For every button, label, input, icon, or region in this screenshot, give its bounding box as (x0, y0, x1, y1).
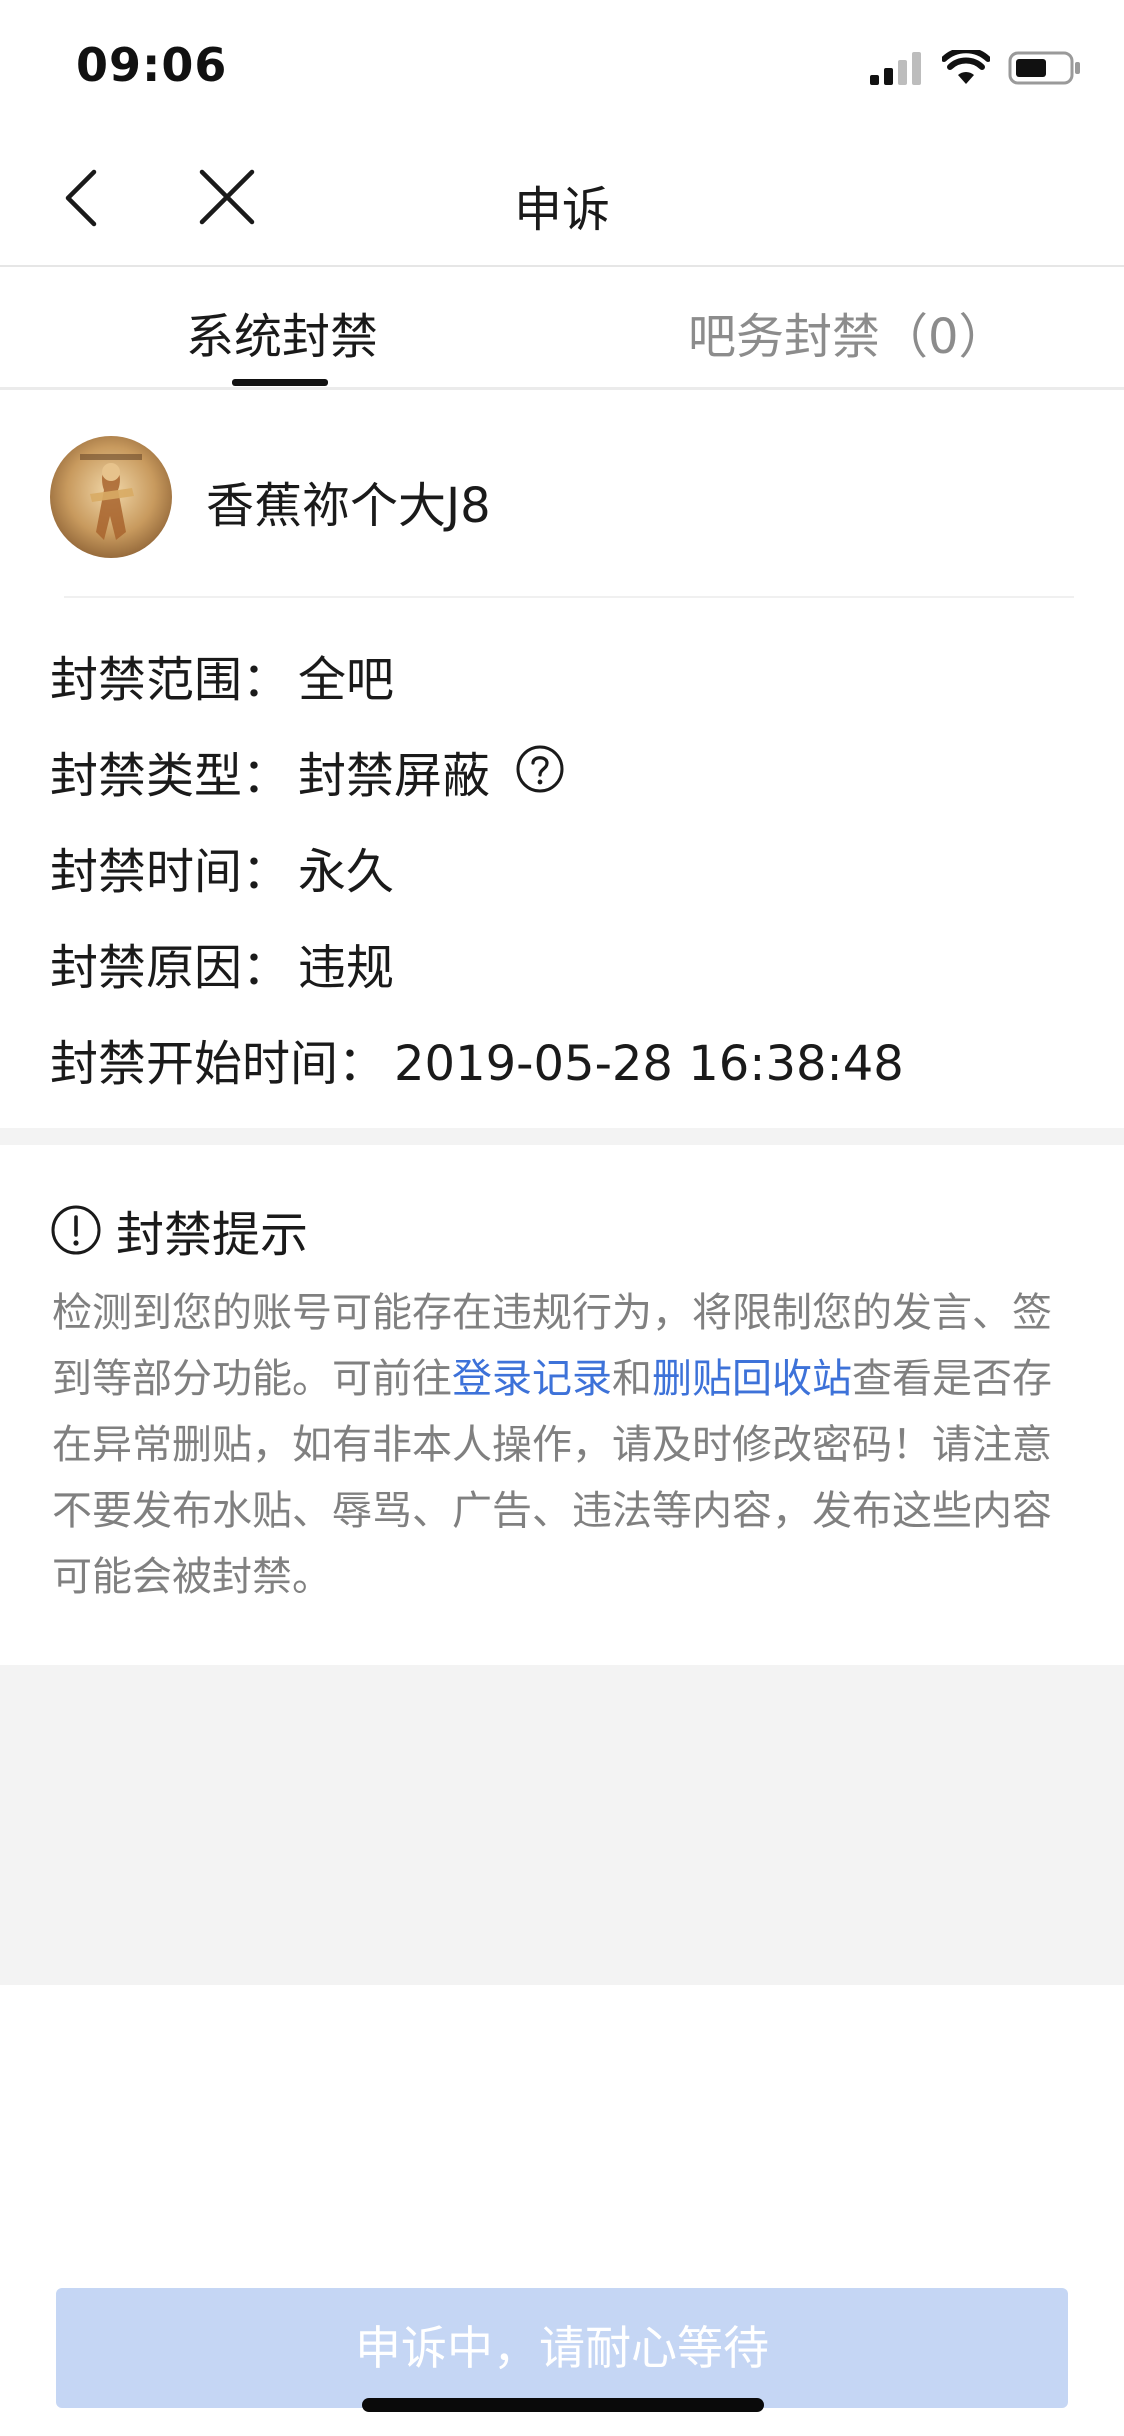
status-icons (868, 48, 1082, 88)
ban-duration-label: 封禁时间： (50, 844, 291, 900)
deleted-posts-recycle-link[interactable]: 删贴回收站 (652, 1356, 852, 1402)
status-time: 09:06 (76, 38, 228, 92)
status-bar: 09:06 (0, 0, 1124, 130)
ban-duration-value: 永久 (298, 844, 395, 900)
avatar-image (50, 436, 172, 558)
ban-reason-value: 违规 (298, 940, 395, 996)
ban-start-time-row: 封禁开始时间： 2019-05-28 16:38:48 (50, 1024, 904, 1094)
ban-start-time-value: 2019-05-28 16:38:48 (394, 1036, 904, 1092)
tab-bar: 系统封禁 吧务封禁（0） (0, 267, 1124, 390)
wifi-icon (942, 50, 990, 84)
login-record-link[interactable]: 登录记录 (452, 1356, 612, 1402)
help-icon[interactable] (515, 744, 565, 806)
ban-reason-label: 封禁原因： (50, 940, 291, 996)
ban-reason-row: 封禁原因： 违规 (50, 928, 394, 998)
empty-area (0, 1665, 1124, 1985)
avatar (50, 436, 172, 558)
ban-scope-row: 封禁范围： 全吧 (50, 640, 394, 710)
ban-duration-row: 封禁时间： 永久 (50, 832, 394, 902)
tab-system-ban[interactable]: 系统封禁 (186, 297, 378, 367)
page-title: 申诉 (513, 182, 610, 238)
battery-icon (1008, 51, 1080, 85)
notice-title: 封禁提示 (116, 1207, 309, 1263)
tab-bar-admin-ban[interactable]: 吧务封禁（0） (688, 297, 1007, 367)
ban-type-label: 封禁类型： (50, 748, 291, 804)
divider (64, 596, 1074, 598)
ban-scope-label: 封禁范围： (50, 652, 291, 708)
home-indicator (362, 2398, 764, 2412)
ban-scope-value: 全吧 (298, 652, 395, 708)
appeal-pending-button[interactable]: 申诉中，请耐心等待 (56, 2288, 1068, 2408)
cellular-signal-icon (870, 52, 921, 85)
ban-type-row: 封禁类型： 封禁屏蔽 (50, 736, 565, 806)
notice-text: 检测到您的账号可能存在违规行为，将限制您的发言、签到等部分功能。可前往登录记录和… (52, 1280, 1072, 1610)
exclamation-icon (51, 1205, 101, 1255)
navigation-bar: 申诉 (0, 130, 1124, 267)
user-profile: 香蕉祢个大J8 (0, 390, 1124, 600)
ban-type-value: 封禁屏蔽 (298, 748, 491, 804)
username: 香蕉祢个大J8 (206, 478, 491, 534)
ban-notice: 封禁提示 检测到您的账号可能存在违规行为，将限制您的发言、签到等部分功能。可前往… (0, 1145, 1124, 1665)
notice-text-part-2: 和 (612, 1356, 652, 1402)
ban-start-time-label: 封禁开始时间： (50, 1036, 387, 1092)
notice-header: 封禁提示 (50, 1195, 308, 1265)
active-tab-indicator (232, 379, 328, 386)
section-separator (0, 1128, 1124, 1145)
